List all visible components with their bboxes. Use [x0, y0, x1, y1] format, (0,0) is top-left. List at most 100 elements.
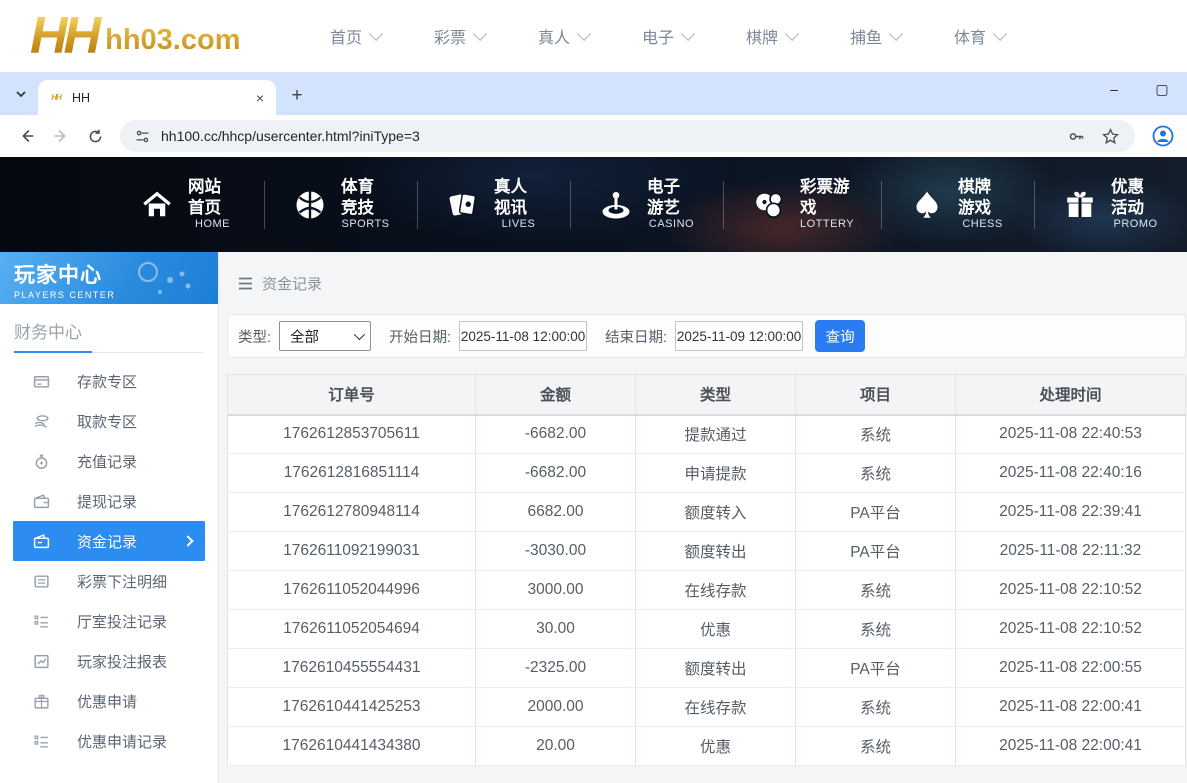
process-time: 2025-11-08 22:00:41 — [956, 688, 1186, 727]
query-button[interactable]: 查询 — [815, 320, 865, 352]
sidebar-item-hall-bet-records[interactable]: 厅室投注记录 — [0, 601, 218, 641]
amount: 2000.00 — [476, 688, 636, 727]
table-header-row: 订单号 金额 类型 项目 处理时间 — [228, 375, 1186, 415]
password-key-icon[interactable] — [1065, 125, 1087, 147]
browser-profile-avatar[interactable] — [1149, 122, 1177, 150]
players-center-header: 玩家中心 PLAYERS CENTER — [0, 252, 218, 304]
amount: -2325.00 — [476, 649, 636, 688]
sidebar-item-lottery-bet-details[interactable]: 彩票下注明细 — [0, 561, 218, 601]
sidebar-item-promo-apply[interactable]: 优惠申请 — [0, 681, 218, 721]
project: 系统 — [796, 610, 956, 649]
gamenav-sports[interactable]: 体育竞技 SPORTS — [264, 181, 417, 229]
chevron-down-icon — [15, 88, 27, 100]
tab-search-button[interactable] — [8, 81, 34, 107]
gamenav-lottery[interactable]: 彩票游戏 LOTTERY — [723, 181, 881, 229]
gamenav-casino[interactable]: 电子游艺 CASINO — [570, 181, 723, 229]
url-text[interactable]: hh100.cc/hhcp/usercenter.html?iniType=3 — [161, 128, 1053, 144]
sidebar-item-label: 玩家投注报表 — [77, 651, 167, 672]
logo-hh-text: HH — [30, 13, 105, 60]
amount: 30.00 — [476, 610, 636, 649]
sidebar-item-label: 存款专区 — [77, 371, 137, 392]
browser-tab[interactable]: HH HH × — [38, 80, 276, 115]
type: 额度转出 — [636, 649, 796, 688]
topnav-home[interactable]: 首页 — [302, 24, 406, 48]
gamenav-promo[interactable]: 优惠活动 PROMO — [1034, 181, 1187, 229]
chevron-down-icon — [473, 27, 487, 41]
type: 申请提款 — [636, 454, 796, 493]
sidebar-item-withdrawal-records[interactable]: 提现记录 — [0, 481, 218, 521]
process-time: 2025-11-08 22:39:41 — [956, 493, 1186, 532]
table-row: 1762612816851114 -6682.00 申请提款 系统 2025-1… — [228, 454, 1186, 493]
gamepad-graphic-icon — [130, 260, 200, 300]
order-no: 1762611052054694 — [228, 610, 476, 649]
sidebar-item-label: 资金记录 — [77, 531, 137, 552]
gamenav-home[interactable]: 网站首页 HOME — [112, 181, 264, 229]
topnav-lottery[interactable]: 彩票 — [406, 24, 510, 48]
page: HH hh03.com 首页 彩票 真人 电子 棋牌 捕鱼 体育 HH HH ×… — [0, 0, 1187, 783]
reload-icon — [87, 128, 104, 145]
start-date-input[interactable] — [459, 321, 587, 351]
site-logo[interactable]: HH hh03.com — [30, 13, 240, 60]
window-maximize-button[interactable]: ▢ — [1151, 78, 1173, 100]
col-header-order-no: 订单号 — [228, 375, 476, 415]
reload-button[interactable] — [81, 122, 109, 150]
sidebar: 玩家中心 PLAYERS CENTER 财务中心 存款专区 取款专区 充值记录 — [0, 252, 219, 783]
topnav-fishing[interactable]: 捕鱼 — [822, 24, 926, 48]
process-time: 2025-11-08 22:10:52 — [956, 571, 1186, 610]
type-select[interactable]: 全部 — [279, 321, 371, 351]
topnav-live[interactable]: 真人 — [510, 24, 614, 48]
sidebar-item-funds-records[interactable]: 资金记录 — [13, 521, 205, 561]
browser-toolbar: hh100.cc/hhcp/usercenter.html?iniType=3 — [0, 115, 1187, 157]
gamenav-lives[interactable]: 真人视讯 LIVES — [417, 181, 570, 229]
project: 系统 — [796, 688, 956, 727]
order-no: 1762612816851114 — [228, 454, 476, 493]
order-no: 1762611052044996 — [228, 571, 476, 610]
topnav-slots[interactable]: 电子 — [614, 24, 718, 48]
process-time: 2025-11-08 22:00:55 — [956, 649, 1186, 688]
sidebar-item-promo-apply-records[interactable]: 优惠申请记录 — [0, 721, 218, 761]
sidebar-item-withdraw[interactable]: 取款专区 — [0, 401, 218, 441]
chevron-down-icon — [577, 27, 591, 41]
topnav-chess[interactable]: 棋牌 — [718, 24, 822, 48]
table-row: 1762611092199031 -3030.00 额度转出 PA平台 2025… — [228, 532, 1186, 571]
table-row: 1762612780948114 6682.00 额度转入 PA平台 2025-… — [228, 493, 1186, 532]
topnav-sports[interactable]: 体育 — [926, 24, 1030, 48]
chevron-down-icon — [681, 27, 695, 41]
bookmark-star-icon[interactable] — [1099, 125, 1121, 147]
logo-domain-text: hh03.com — [105, 24, 240, 57]
project: 系统 — [796, 727, 956, 766]
type: 提款通过 — [636, 415, 796, 454]
address-bar[interactable]: hh100.cc/hhcp/usercenter.html?iniType=3 — [120, 120, 1135, 152]
order-no: 1762610455554431 — [228, 649, 476, 688]
window-minimize-button[interactable]: – — [1103, 78, 1125, 100]
hamburger-menu-icon[interactable] — [238, 277, 253, 290]
col-header-type: 类型 — [636, 375, 796, 415]
sidebar-item-label: 充值记录 — [77, 451, 137, 472]
col-header-project: 项目 — [796, 375, 956, 415]
new-tab-button[interactable]: + — [284, 83, 310, 109]
back-button[interactable] — [13, 122, 41, 150]
tab-close-icon[interactable]: × — [252, 90, 268, 106]
site-info-icon[interactable] — [134, 128, 151, 145]
project: 系统 — [796, 571, 956, 610]
tab-title: HH — [72, 91, 252, 105]
sidebar-item-deposit[interactable]: 存款专区 — [0, 361, 218, 401]
funds-wallet-icon — [33, 533, 50, 550]
amount: 6682.00 — [476, 493, 636, 532]
project: PA平台 — [796, 493, 956, 532]
forward-button[interactable] — [47, 122, 75, 150]
amount: -6682.00 — [476, 415, 636, 454]
process-time: 2025-11-08 22:40:16 — [956, 454, 1186, 493]
gamenav-lottery-sub: LOTTERY — [800, 218, 854, 232]
topnav-slots-label: 电子 — [642, 24, 674, 48]
hand-coins-icon — [33, 413, 50, 430]
end-date-input[interactable] — [675, 321, 803, 351]
home-icon — [139, 187, 175, 223]
process-time: 2025-11-08 22:11:32 — [956, 532, 1186, 571]
sidebar-item-player-bet-report[interactable]: 玩家投注报表 — [0, 641, 218, 681]
sidebar-item-recharge-records[interactable]: 充值记录 — [0, 441, 218, 481]
gamenav-chess[interactable]: 棋牌游戏 CHESS — [881, 181, 1034, 229]
process-time: 2025-11-08 22:00:41 — [956, 727, 1186, 766]
project: 系统 — [796, 454, 956, 493]
order-no: 1762612853705611 — [228, 415, 476, 454]
